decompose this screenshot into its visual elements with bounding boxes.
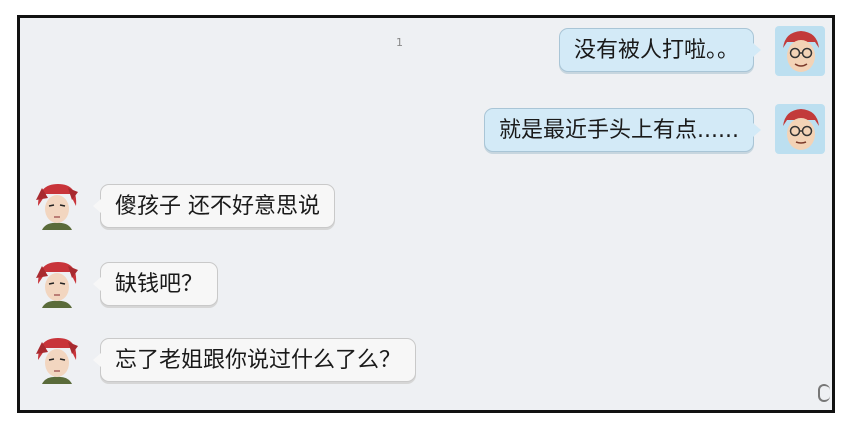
message-row: 就是最近手头上有点...... [20, 104, 832, 160]
message-row: 傻孩子 还不好意思说 [20, 180, 832, 236]
message-text: 忘了老姐跟你说过什么了么？ [115, 348, 402, 373]
message-bubble[interactable]: 没有被人打啦。。 [558, 28, 761, 72]
message-bubble[interactable]: 傻孩子 还不好意思说 [93, 184, 335, 228]
message-row: 缺钱吧？ [20, 258, 832, 314]
message-row: 没有被人打啦。。 [20, 24, 832, 80]
scroll-indicator-icon[interactable] [818, 384, 830, 402]
message-text: 傻孩子 还不好意思说 [115, 194, 320, 219]
message-text: 就是最近手头上有点...... [499, 118, 739, 143]
glasses-man-avatar[interactable] [775, 26, 825, 76]
red-hair-woman-avatar[interactable] [32, 180, 82, 230]
bubble-tail [93, 199, 101, 213]
red-hair-woman-avatar[interactable] [32, 334, 82, 384]
bubble-tail [93, 277, 101, 291]
chat-window: 1 没有被人打啦。。 就是最近手头上有点...... 傻孩子 还不好意思说 缺钱… [17, 15, 835, 413]
red-hair-woman-avatar[interactable] [32, 258, 82, 308]
message-bubble[interactable]: 忘了老姐跟你说过什么了么？ [93, 338, 417, 382]
message-text: 没有被人打啦。。 [573, 38, 739, 63]
message-text: 缺钱吧？ [115, 272, 204, 297]
message-bubble[interactable]: 缺钱吧？ [93, 262, 219, 306]
message-bubble[interactable]: 就是最近手头上有点...... [484, 108, 761, 152]
bubble-tail [753, 43, 761, 57]
message-row: 忘了老姐跟你说过什么了么？ [20, 334, 832, 390]
bubble-tail [753, 123, 761, 137]
glasses-man-avatar[interactable] [775, 104, 825, 154]
bubble-tail [93, 353, 101, 367]
